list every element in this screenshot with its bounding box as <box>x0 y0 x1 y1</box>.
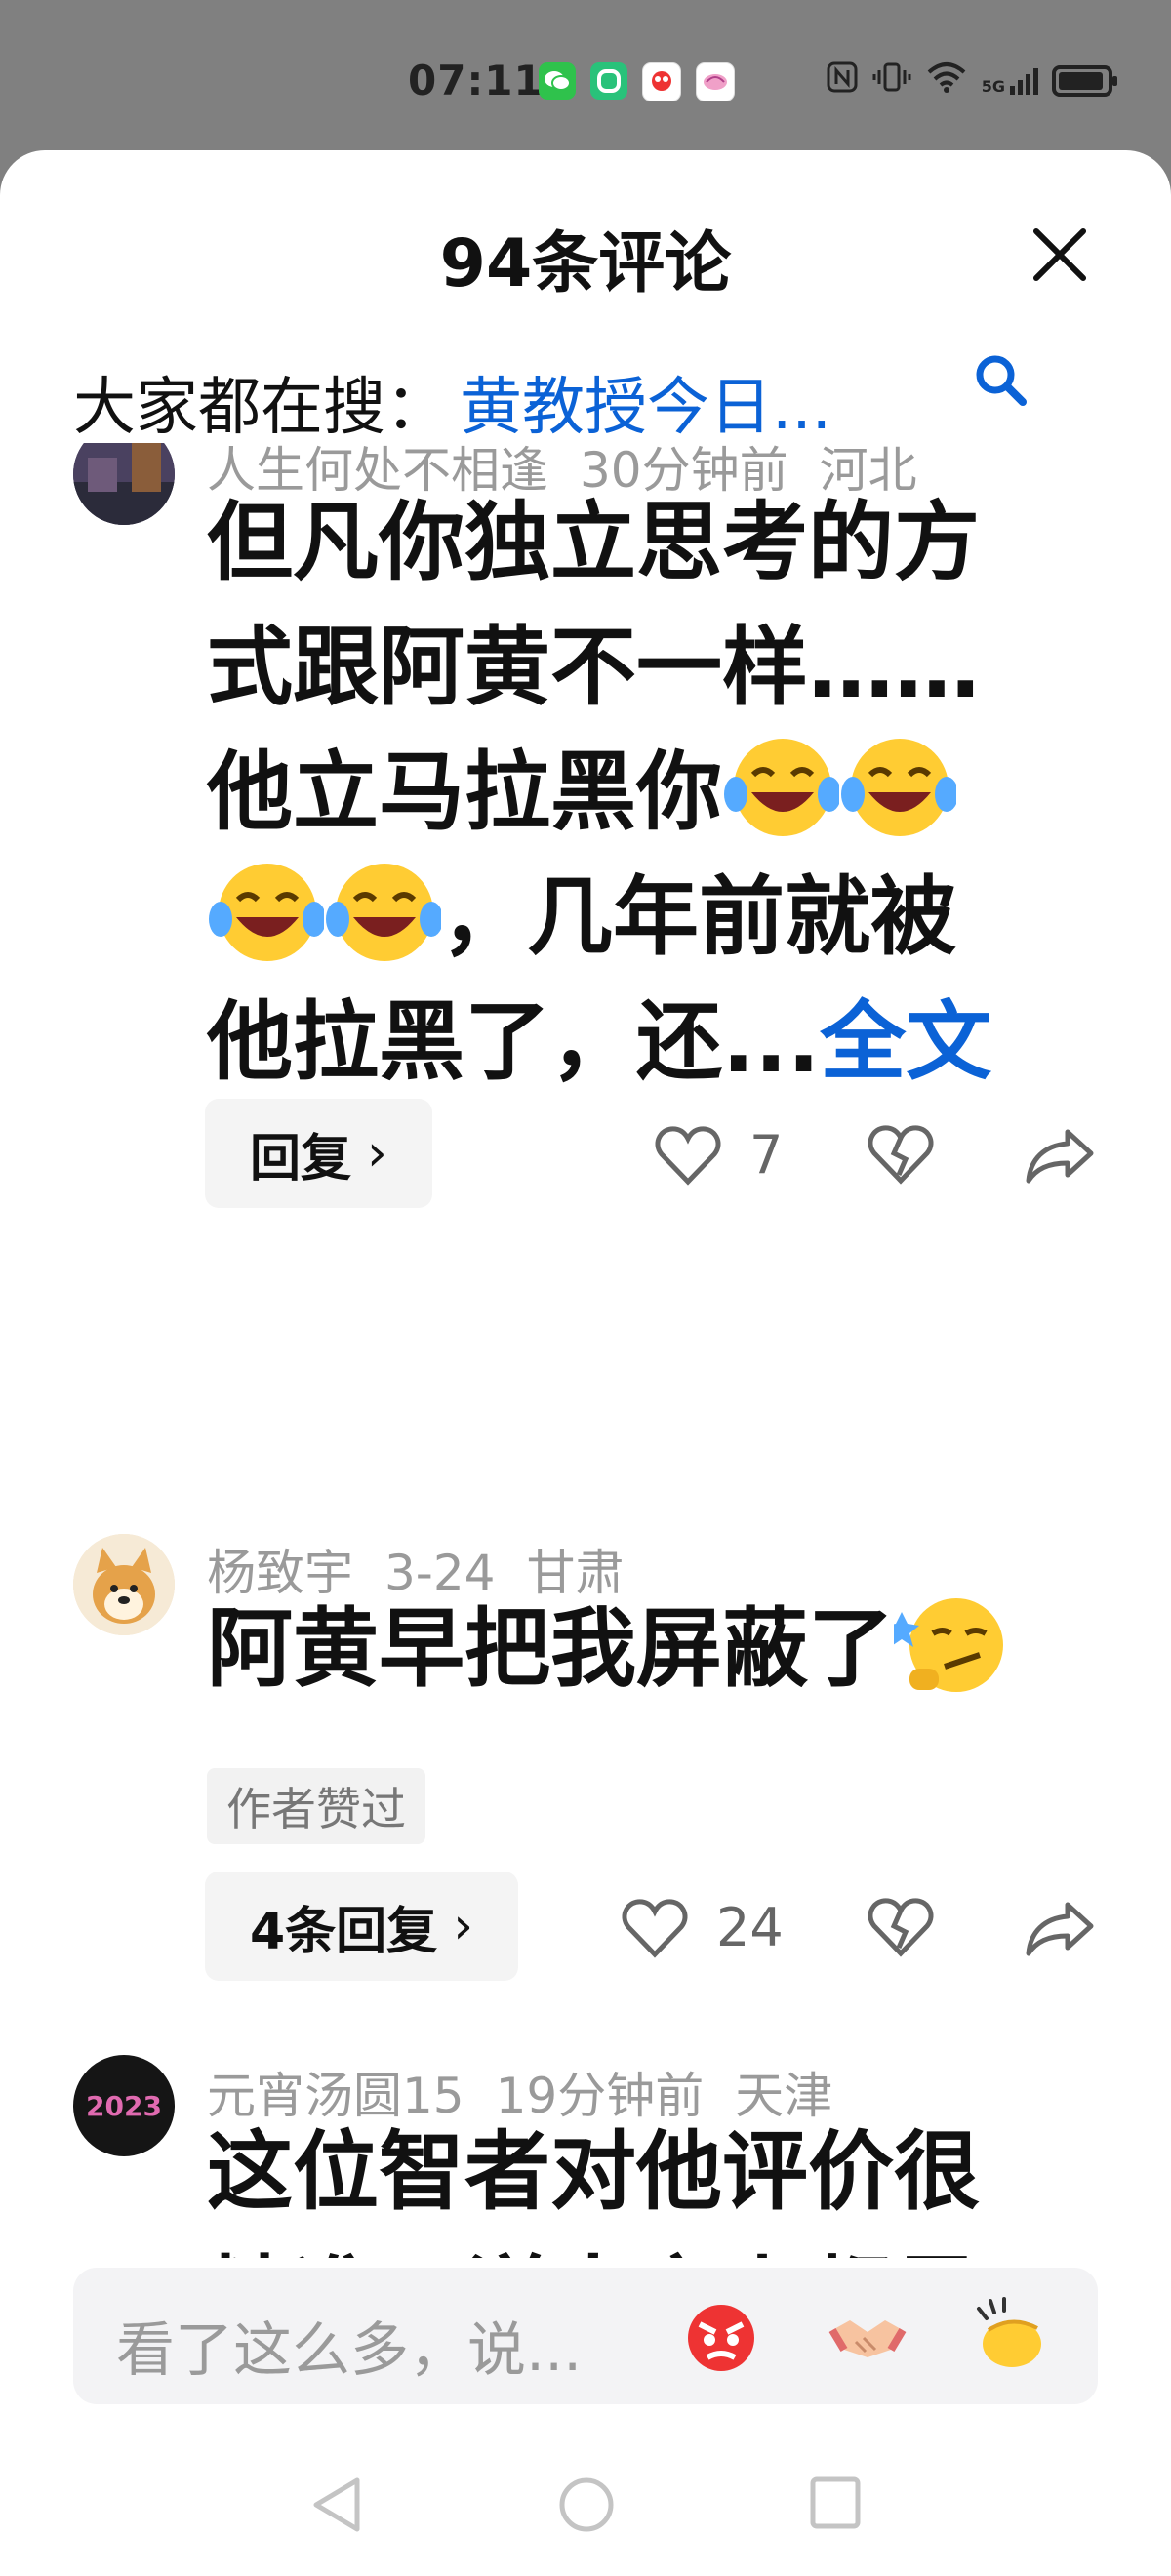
wifi-icon <box>925 60 968 101</box>
reply-label: 回复 <box>250 1129 352 1188</box>
network-type: 5G <box>981 77 1005 96</box>
share-icon[interactable] <box>1025 1126 1095 1185</box>
status-indicators: 5G <box>826 60 1117 101</box>
comment-input-placeholder: 看了这么多，说... <box>116 2316 583 2385</box>
signal-icon: 5G <box>982 66 1038 96</box>
comment-text: 这位智者对他评价很 精准：洋人之上都是 <box>207 2110 1066 2258</box>
system-nav-bar <box>0 2420 1171 2576</box>
comment-input[interactable]: 看了这么多，说... <box>73 2268 1098 2404</box>
author-liked-badge: 作者赞过 <box>207 1768 425 1844</box>
avatar-text: 2023 <box>86 2089 162 2122</box>
comment-line-text: 他拉黑了，还... <box>207 991 821 1092</box>
comment-line-text: ，几年前就被 <box>441 866 957 967</box>
close-button[interactable] <box>1025 219 1093 287</box>
app-icon <box>696 62 735 101</box>
clapping-emoji-button[interactable] <box>973 2295 1055 2377</box>
angry-emoji-button[interactable] <box>680 2295 762 2377</box>
status-bar: 07:11 5G <box>0 0 1171 156</box>
comment-line-text: 他立马拉黑你 <box>207 742 723 842</box>
comment-text: 但凡你独立思考的方 式跟阿黄不一样…… 他立马拉黑你 ，几年前就被 他拉黑了，还… <box>207 480 1066 1105</box>
laughing-tears-emoji <box>724 739 840 836</box>
search-term-link[interactable]: 黄教授今日... <box>460 357 831 447</box>
comments-title: 94条评论 <box>439 225 732 302</box>
handshake-emoji-button[interactable] <box>827 2295 909 2377</box>
comment-line: 他拉黑了，还...全文 <box>207 980 1066 1105</box>
avatar[interactable] <box>73 443 175 525</box>
recents-nav-icon[interactable] <box>810 2476 861 2529</box>
comment-line: 他立马拉黑你 <box>207 730 1066 855</box>
like-button[interactable]: 7 <box>654 1124 783 1186</box>
avatar[interactable]: 2023 <box>73 2055 175 2156</box>
share-icon[interactable] <box>1025 1899 1095 1957</box>
comment-line: 式跟阿黄不一样…… <box>207 617 981 717</box>
comment-line-text: 阿黄早把我屏蔽了 <box>207 1598 895 1699</box>
comment-list[interactable]: 人生何处不相逢 30分钟前 河北 但凡你独立思考的方 式跟阿黄不一样…… 他立马拉黑… <box>0 443 1171 2258</box>
status-time: 07:11 <box>408 57 544 104</box>
comments-sheet: 94条评论 大家都在搜： 黄教授今日... 人生何处不相逢 30分钟前 河北 但凡你… <box>0 150 1171 2576</box>
dislike-icon[interactable] <box>867 1124 935 1185</box>
heart-icon <box>622 1898 688 1958</box>
app-icon <box>642 62 681 101</box>
comment-line: 这位智者对他评价很 <box>207 2121 981 2222</box>
comment-line: 精准：洋人之上都是 <box>207 2234 1066 2258</box>
wechat-icon <box>539 62 576 100</box>
like-count: 7 <box>749 1124 784 1186</box>
chevron-right-icon: › <box>453 1897 473 1955</box>
reply-button[interactable]: 回复 › <box>205 1099 432 1208</box>
battery-icon <box>1052 65 1117 97</box>
heart-icon <box>655 1125 721 1186</box>
avatar[interactable] <box>73 1534 175 1635</box>
nfc-icon <box>826 60 859 101</box>
like-count: 24 <box>716 1897 784 1958</box>
reply-label: 4条回复 <box>250 1902 438 1961</box>
reply-button[interactable]: 4条回复 › <box>205 1872 518 1981</box>
laughing-tears-emoji <box>209 864 324 961</box>
comment-text: 阿黄早把我屏蔽了 <box>207 1587 1105 1711</box>
app-icon <box>590 62 627 100</box>
like-button[interactable]: 24 <box>621 1897 784 1958</box>
chevron-right-icon: › <box>367 1124 387 1183</box>
laughing-tears-emoji <box>841 739 957 836</box>
back-nav-icon[interactable] <box>310 2476 363 2533</box>
laughing-tears-emoji <box>326 864 441 961</box>
comment-line: ，几年前就被 <box>207 855 1066 980</box>
search-prefix: 大家都在搜： <box>73 372 448 444</box>
search-icon[interactable] <box>971 350 1030 409</box>
read-more-link[interactable]: 全文 <box>820 991 991 1092</box>
dislike-icon[interactable] <box>867 1897 935 1957</box>
vibrate-icon <box>872 60 911 101</box>
home-nav-icon[interactable] <box>558 2476 615 2533</box>
search-suggestion[interactable]: 大家都在搜： 黄教授今日... <box>73 357 831 447</box>
comment-line: 但凡你独立思考的方 <box>207 492 981 592</box>
smirk-emoji <box>894 1598 1004 1692</box>
